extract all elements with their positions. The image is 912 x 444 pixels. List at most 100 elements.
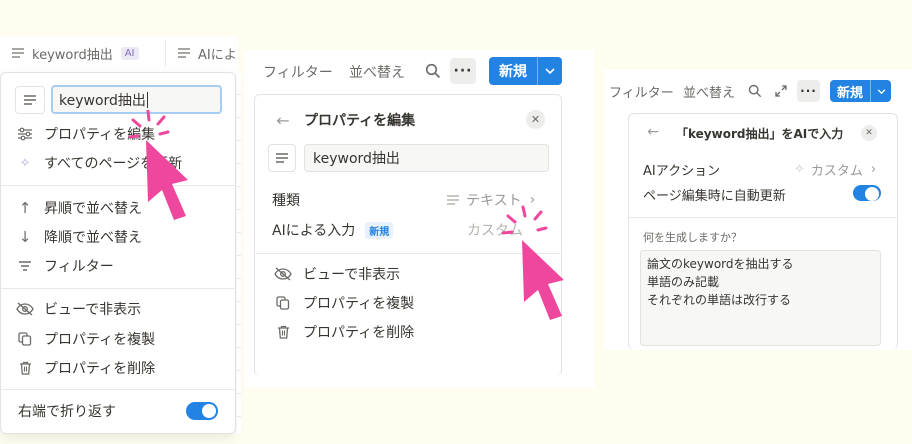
action-label: プロパティを複製 xyxy=(303,296,415,312)
sparkle-icon: ✧ xyxy=(19,155,31,171)
menu-item-label: ビューで非表示 xyxy=(44,302,142,318)
menu-item-label: プロパティを複製 xyxy=(44,332,156,348)
property-name-input[interactable]: keyword抽出 xyxy=(304,144,549,172)
prompt-textarea[interactable]: 論文のkeywordを抽出する 単語のみ記載 それぞれの単語は改行する xyxy=(640,250,881,346)
property-type-icon-button[interactable] xyxy=(15,86,45,114)
menu-item-hide-in-view[interactable]: ビューで非表示 xyxy=(16,298,141,320)
type-label: 種類 xyxy=(272,193,300,209)
column-divider xyxy=(165,40,166,66)
menu-divider xyxy=(0,288,236,289)
more-dots-icon: ··· xyxy=(800,84,817,98)
menu-item-label: 降順で並べ替え xyxy=(44,230,142,246)
chevron-right-icon: › xyxy=(870,161,877,177)
menu-item-label: フィルター xyxy=(44,259,114,275)
filter-icon xyxy=(16,260,34,272)
text-cursor xyxy=(146,91,148,108)
prompt-line: 単語のみ記載 xyxy=(647,275,720,289)
column-header-label: keyword抽出 xyxy=(32,47,113,63)
ai-action-row[interactable]: AIアクション xyxy=(643,159,720,179)
text-lines-icon xyxy=(276,153,288,163)
menu-item-duplicate-property[interactable]: プロパティを複製 xyxy=(16,328,155,350)
ai-action-value[interactable]: ✧ カスタム › xyxy=(794,159,876,179)
prompt-label: 何を生成しますか？ xyxy=(643,228,742,246)
menu-item-sort-ascending[interactable]: ↑ 昇順で並べ替え xyxy=(16,197,142,219)
ai-action-value-label: カスタム xyxy=(810,163,863,179)
ai-action-label: AIアクション xyxy=(643,163,721,179)
close-icon[interactable]: ✕ xyxy=(526,110,545,129)
copy-icon xyxy=(16,332,34,346)
property-name-value: keyword抽出 xyxy=(59,92,146,109)
card-divider xyxy=(629,217,897,218)
expand-icon[interactable] xyxy=(773,83,789,99)
new-button[interactable]: 新規 xyxy=(489,57,562,85)
wrap-text-label: 右端で折り返す xyxy=(18,404,116,420)
close-icon[interactable]: ✕ xyxy=(861,125,877,141)
panel-title: 「keyword抽出」をAIで入力 xyxy=(676,126,844,141)
menu-item-filter[interactable]: フィルター xyxy=(16,255,114,277)
property-type-icon-button[interactable] xyxy=(268,144,296,172)
toolbar-filter-label: フィルター xyxy=(263,65,333,81)
menu-item-delete-property[interactable]: プロパティを削除 xyxy=(16,357,155,379)
action-label: ビューで非表示 xyxy=(303,267,401,283)
prompt-label-text: 何を生成しますか？ xyxy=(643,231,742,244)
property-name-value: keyword抽出 xyxy=(313,151,400,167)
toolbar-filter[interactable]: フィルター xyxy=(609,81,674,101)
more-options-button[interactable]: ··· xyxy=(797,80,820,102)
menu-divider xyxy=(0,389,236,390)
chevron-down-icon[interactable] xyxy=(870,80,891,102)
auto-update-toggle[interactable] xyxy=(853,185,881,201)
edit-property-title: プロパティを編集 xyxy=(304,109,415,131)
eye-slash-icon xyxy=(273,267,293,281)
toolbar-sort[interactable]: 並べ替え xyxy=(349,61,405,83)
ai-badge: AI xyxy=(120,46,139,60)
click-pointer-icon xyxy=(501,205,564,320)
trash-icon xyxy=(273,325,293,339)
text-lines-icon xyxy=(447,195,459,205)
arrow-up-icon: ↑ xyxy=(18,199,32,217)
toolbar-filter-label: フィルター xyxy=(609,85,674,101)
text-lines-icon xyxy=(24,95,36,105)
toolbar-sort-label: 並べ替え xyxy=(683,85,736,101)
action-label: プロパティを削除 xyxy=(303,325,415,341)
table-edge-strip xyxy=(237,72,241,434)
ai-input-label: AIによる入力 xyxy=(272,223,356,239)
menu-divider xyxy=(0,185,236,186)
action-duplicate-property[interactable]: プロパティを複製 xyxy=(273,292,414,314)
chevron-down-icon[interactable] xyxy=(537,57,562,85)
toolbar-sort[interactable]: 並べ替え xyxy=(683,81,735,101)
action-delete-property[interactable]: プロパティを削除 xyxy=(273,321,414,343)
action-hide-in-view[interactable]: ビューで非表示 xyxy=(273,263,400,285)
text-lines-icon xyxy=(10,47,26,59)
trash-icon xyxy=(16,361,34,375)
column-header-label: AIによ xyxy=(198,47,237,63)
prompt-line: それぞれの単語は改行する xyxy=(647,293,792,307)
click-pointer-icon xyxy=(128,110,188,220)
column-header-keyword[interactable]: keyword抽出 AI xyxy=(10,42,139,64)
wrap-text-toggle[interactable] xyxy=(186,402,218,420)
new-button[interactable]: 新規 xyxy=(830,80,891,102)
ai-input-row[interactable]: AIによる入力 新規 xyxy=(272,219,394,241)
auto-update-row: ページ編集時に自動更新 xyxy=(643,184,786,204)
menu-item-sort-descending[interactable]: ↓ 降順で並べ替え xyxy=(16,226,142,248)
more-options-button[interactable]: ··· xyxy=(450,58,476,84)
copy-icon xyxy=(273,296,293,310)
back-arrow-icon[interactable]: ← xyxy=(645,124,661,140)
sparkle-icon: ✧ xyxy=(794,161,805,177)
type-row[interactable]: 種類 xyxy=(272,189,300,211)
new-button-label: 新規 xyxy=(499,64,527,80)
toolbar-sort-label: 並べ替え xyxy=(349,65,405,81)
column-header-ai-input[interactable]: AIによ xyxy=(176,42,237,64)
search-icon[interactable] xyxy=(424,62,442,80)
new-button-label: 新規 xyxy=(836,85,863,101)
toolbar-filter[interactable]: フィルター xyxy=(263,61,333,83)
prompt-line: 論文のkeywordを抽出する xyxy=(647,257,794,271)
wrap-text-row: 右端で折り返す xyxy=(18,400,116,422)
search-icon[interactable] xyxy=(747,83,763,99)
eye-slash-icon xyxy=(16,302,34,316)
back-arrow-icon[interactable]: ← xyxy=(274,111,292,130)
more-dots-icon: ··· xyxy=(453,63,473,79)
new-badge: 新規 xyxy=(365,221,394,239)
panel-title: プロパティを編集 xyxy=(304,113,416,129)
ai-input-title: 「keyword抽出」をAIで入力 xyxy=(676,123,843,143)
menu-item-label: プロパティを削除 xyxy=(44,361,156,377)
